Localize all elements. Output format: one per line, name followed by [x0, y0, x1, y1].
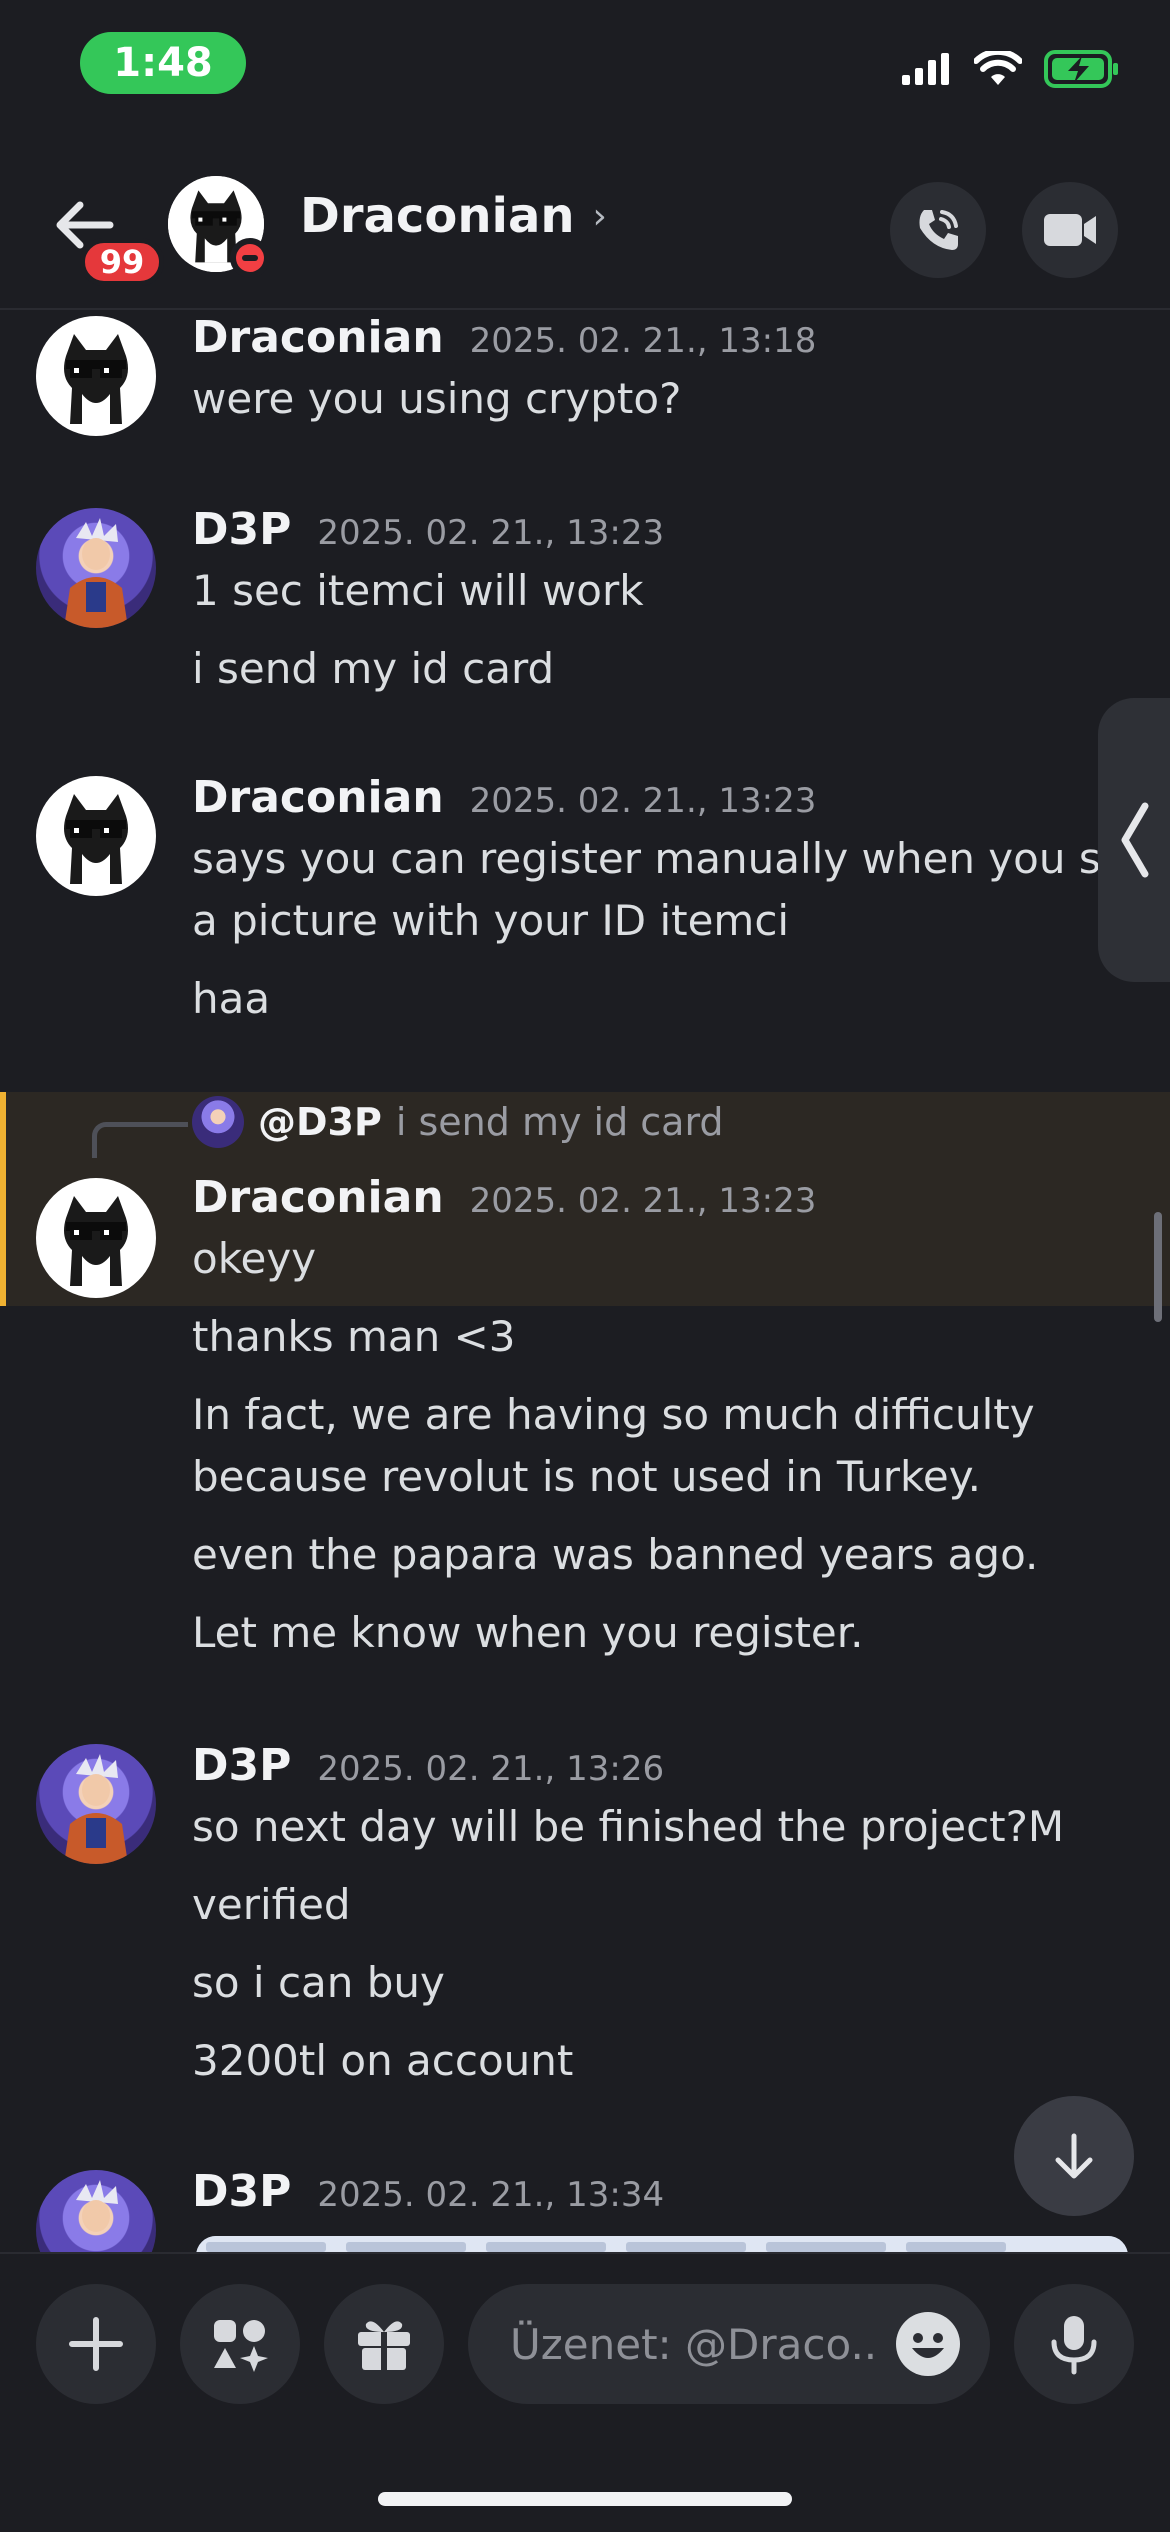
status-time: 1:48	[80, 32, 246, 94]
status-icons	[902, 50, 1120, 88]
emoji-icon	[898, 2314, 958, 2374]
voice-message-button[interactable]	[1014, 2284, 1134, 2404]
avatar-d3p[interactable]	[36, 508, 156, 628]
header-title[interactable]: Draconian ›	[300, 188, 607, 244]
message-header: Draconian 2025. 02. 21., 13:18	[192, 312, 816, 363]
cat-with-sunglasses-icon	[64, 1196, 128, 1286]
wifi-icon	[974, 51, 1022, 85]
message-text[interactable]: okeyy	[192, 1228, 316, 1290]
cat-with-sunglasses-icon	[64, 794, 128, 884]
gift-button[interactable]	[324, 2284, 444, 2404]
message-text[interactable]: a picture with your ID itemci	[192, 890, 789, 952]
anime-character-avatar-icon	[64, 518, 128, 628]
message-timestamp: 2025. 02. 21., 13:34	[317, 2175, 665, 2215]
reply-reference[interactable]: @D3P i send my id card	[192, 1096, 724, 1148]
avatar-d3p[interactable]	[36, 2170, 156, 2252]
message-text[interactable]: thanks man <3	[192, 1306, 516, 1368]
emoji-button[interactable]	[896, 2312, 960, 2376]
chat-header: 99 Draconian ›	[0, 150, 1170, 310]
message-text[interactable]: In fact, we are having so much difficult…	[192, 1384, 1035, 1446]
reply-connector	[92, 1122, 188, 1158]
message-author[interactable]: D3P	[192, 1740, 291, 1791]
message-text[interactable]: were you using crypto?	[192, 368, 681, 430]
message-text[interactable]: even the papara was banned years ago.	[192, 1524, 1038, 1586]
reply-username: @D3P	[258, 1100, 382, 1144]
dnd-status-icon	[230, 238, 270, 278]
avatar-draconian[interactable]	[36, 1178, 156, 1298]
anime-character-avatar-icon	[76, 2180, 118, 2232]
message-header: D3P 2025. 02. 21., 13:34	[192, 2166, 664, 2217]
microphone-icon	[1051, 2316, 1097, 2375]
message-author[interactable]: Draconian	[192, 1172, 444, 1223]
apps-icon	[214, 2320, 268, 2372]
message-text[interactable]: because revolut is not used in Turkey.	[192, 1446, 981, 1508]
message-input-wrapper	[468, 2284, 990, 2404]
message-text[interactable]: so next day will be finished the project…	[192, 1796, 1064, 1858]
reply-text: i send my id card	[395, 1100, 724, 1144]
voice-call-button[interactable]	[890, 182, 986, 278]
arrow-down-icon	[1055, 2133, 1093, 2179]
avatar-d3p[interactable]	[36, 1744, 156, 1864]
video-camera-icon	[1044, 214, 1096, 246]
scrollbar-thumb[interactable]	[1154, 1212, 1162, 1322]
message-timestamp: 2025. 02. 21., 13:23	[317, 513, 665, 553]
message-text[interactable]: 1 sec itemci will work	[192, 560, 644, 622]
message-author[interactable]: Draconian	[192, 312, 444, 363]
avatar-draconian[interactable]	[36, 316, 156, 436]
header-avatar[interactable]	[168, 176, 270, 278]
message-timestamp: 2025. 02. 21., 13:26	[317, 1749, 665, 1789]
message-header: Draconian 2025. 02. 21., 13:23	[192, 772, 816, 823]
message-input[interactable]	[510, 2319, 880, 2369]
unread-badge: 99	[80, 238, 164, 286]
message-timestamp: 2025. 02. 21., 13:18	[469, 321, 817, 361]
avatar-draconian[interactable]	[36, 776, 156, 896]
reply-avatar	[192, 1096, 244, 1148]
chevron-right-icon: ›	[592, 195, 607, 237]
status-bar: 1:48	[0, 0, 1170, 140]
cellular-signal-icon	[902, 53, 949, 85]
message-author[interactable]: D3P	[192, 504, 291, 555]
cat-with-sunglasses-icon	[64, 334, 128, 424]
message-text[interactable]: 3200tl on account	[192, 2030, 573, 2092]
message-list[interactable]: Draconian 2025. 02. 21., 13:18 were you …	[0, 312, 1170, 2252]
home-indicator[interactable]	[378, 2492, 792, 2506]
message-text[interactable]: verified	[192, 1874, 351, 1936]
jump-to-present-button[interactable]	[1014, 2096, 1134, 2216]
message-timestamp: 2025. 02. 21., 13:23	[469, 781, 817, 821]
header-title-text: Draconian	[300, 188, 575, 244]
message-text[interactable]: haa	[192, 968, 270, 1030]
message-timestamp: 2025. 02. 21., 13:23	[469, 1181, 817, 1221]
message-text[interactable]: says you can register manually when you …	[192, 828, 1170, 890]
chevron-left-icon	[1121, 802, 1149, 878]
message-header: Draconian 2025. 02. 21., 13:23	[192, 1172, 816, 1223]
message-composer	[0, 2252, 1170, 2532]
side-panel-handle[interactable]	[1098, 698, 1170, 982]
plus-icon	[69, 2317, 123, 2371]
message-text[interactable]: so i can buy	[192, 1952, 445, 2014]
battery-charging-icon	[1044, 50, 1118, 88]
message-header: D3P 2025. 02. 21., 13:26	[192, 1740, 664, 1791]
video-call-button[interactable]	[1022, 182, 1118, 278]
anime-character-avatar-icon	[64, 1754, 128, 1864]
gift-icon	[358, 2321, 410, 2370]
message-author[interactable]: Draconian	[192, 772, 444, 823]
message-text[interactable]: Let me know when you register.	[192, 1602, 864, 1664]
phone-icon	[919, 210, 958, 250]
apps-button[interactable]	[180, 2284, 300, 2404]
add-attachment-button[interactable]	[36, 2284, 156, 2404]
message-text[interactable]: i send my id card	[192, 638, 554, 700]
message-header: D3P 2025. 02. 21., 13:23	[192, 504, 664, 555]
message-author[interactable]: D3P	[192, 2166, 291, 2217]
